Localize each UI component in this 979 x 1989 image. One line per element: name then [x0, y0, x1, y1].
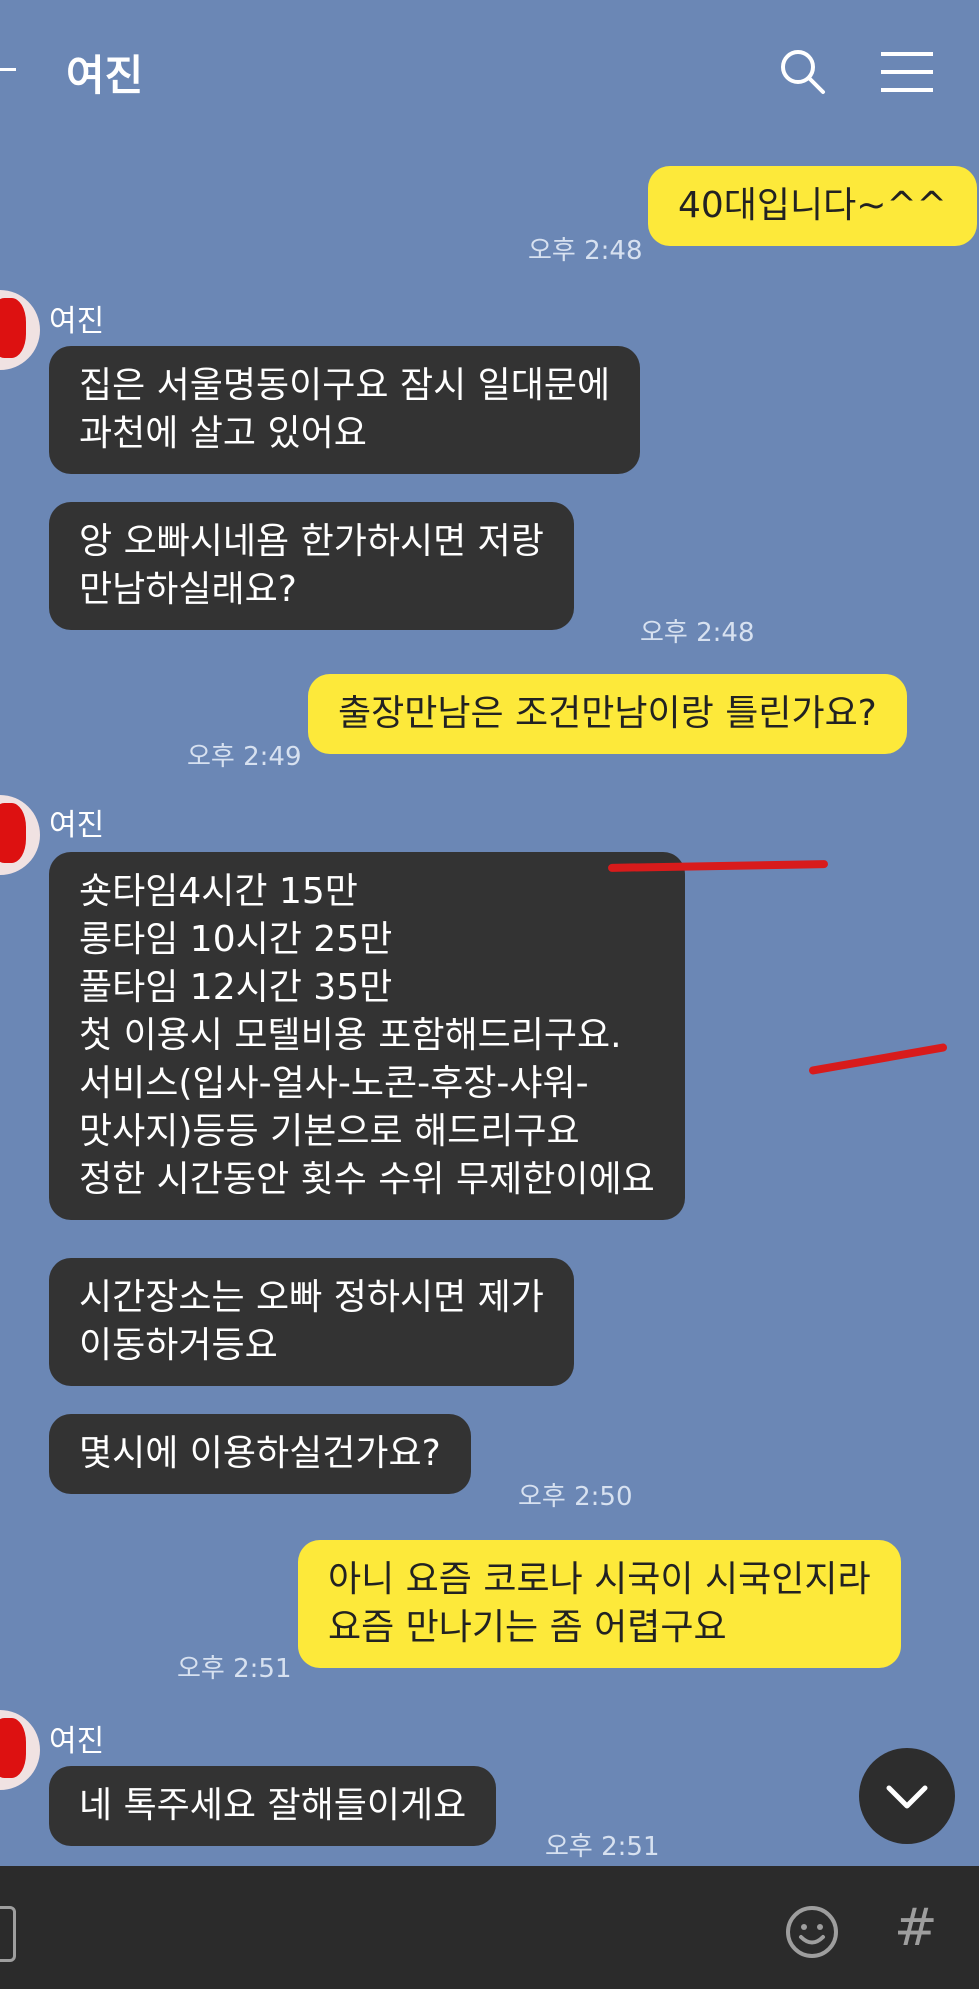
message-incoming: 네 톡주세요 잘해들이게요 — [49, 1766, 497, 1846]
message-outgoing: 아니 요즘 코로나 시국이 시국인지라 요즘 만나기는 좀 어렵구요 — [298, 1540, 901, 1668]
message-time: 오후 2:51 — [177, 1654, 292, 1684]
message-incoming: 시간장소는 오빠 정하시면 제가 이동하거등요 — [49, 1258, 574, 1386]
message-outgoing: 출장만남은 조건만남이랑 틀린가요? — [308, 674, 907, 754]
attach-icon[interactable] — [0, 1906, 16, 1962]
message-incoming: 앙 오빠시네욤 한가하시면 저랑 만남하실래요? — [49, 502, 574, 630]
message-time: 오후 2:48 — [528, 236, 643, 266]
chat-header: 여진 — [0, 0, 979, 140]
message-incoming: 집은 서울명동이구요 잠시 일대문에 과천에 살고 있어요 — [49, 346, 641, 474]
message-time: 오후 2:48 — [640, 618, 755, 648]
message-time: 오후 2:50 — [518, 1482, 633, 1512]
avatar[interactable] — [0, 290, 40, 370]
message-outgoing: 40대입니다~^^ — [648, 166, 977, 246]
menu-icon[interactable] — [879, 44, 935, 100]
back-icon[interactable] — [0, 68, 16, 71]
sender-name: 여진 — [49, 304, 105, 339]
avatar[interactable] — [0, 795, 40, 875]
sender-name: 여진 — [49, 808, 105, 843]
input-bar[interactable] — [0, 1866, 979, 1989]
chat-title: 여진 — [66, 51, 144, 100]
scroll-down-button[interactable] — [859, 1748, 955, 1844]
hashtag-icon[interactable]: # — [894, 1898, 938, 1958]
message-incoming: 몇시에 이용하실건가요? — [49, 1414, 471, 1494]
sender-name: 여진 — [49, 1724, 105, 1759]
avatar[interactable] — [0, 1710, 40, 1790]
red-scribble — [808, 1042, 948, 1076]
chevron-down-icon — [886, 1785, 928, 1809]
search-icon[interactable] — [775, 44, 831, 100]
message-incoming: 숏타임4시간 15만 롱타임 10시간 25만 풀타임 12시간 35만 첫 이… — [49, 852, 685, 1220]
emoji-icon[interactable] — [784, 1904, 840, 1960]
message-time: 오후 2:51 — [545, 1832, 660, 1862]
message-time: 오후 2:49 — [187, 742, 302, 772]
